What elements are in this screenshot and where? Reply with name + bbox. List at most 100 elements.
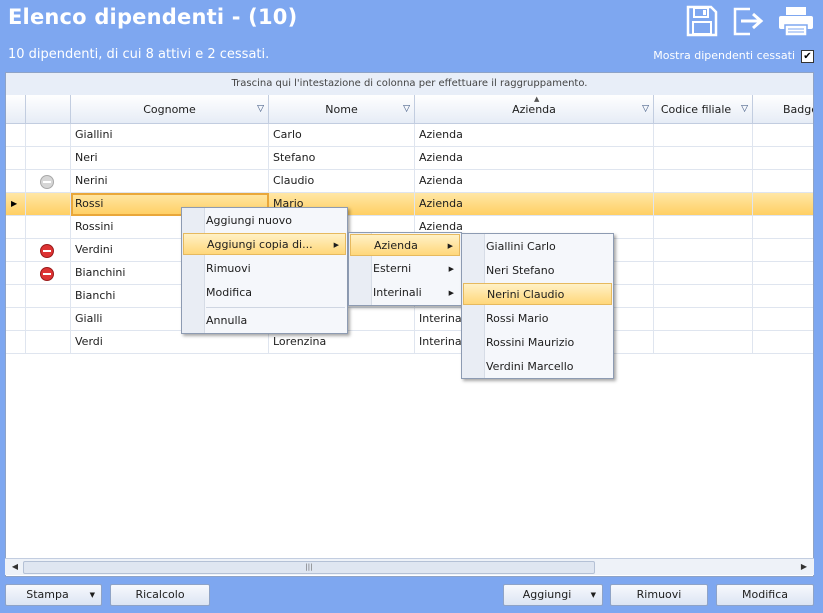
codice-filiale-cell[interactable] [654,124,753,147]
scroll-thumb[interactable]: ||| [23,561,595,574]
codice-filiale-cell[interactable] [654,308,753,331]
table-row[interactable]: Giallini Carlo Azienda [6,124,813,147]
nome-cell[interactable]: Carlo [269,124,415,147]
nome-cell[interactable]: Stefano [269,147,415,170]
codice-filiale-cell[interactable] [654,147,753,170]
row-indicator-cell[interactable] [6,285,26,308]
badge-cell[interactable] [753,216,813,239]
column-header-codice-filiale[interactable]: Codice filiale ▽ [654,95,753,124]
cognome-cell[interactable]: Giallini [71,124,269,147]
status-cell[interactable] [26,147,71,170]
row-indicator-cell[interactable] [6,216,26,239]
filter-icon[interactable]: ▽ [741,95,748,124]
employee-item[interactable]: Nerini Claudio [463,283,612,305]
nome-cell[interactable]: Lorenzina [269,331,415,354]
add-copy-submenu: Azienda ▶ Esterni ▶ Interinali ▶ [348,232,462,306]
codice-filiale-cell[interactable] [654,285,753,308]
cognome-cell[interactable]: Neri [71,147,269,170]
menu-item-edit[interactable]: Modifica [183,282,346,304]
menu-item-cancel[interactable]: Annulla [183,310,346,332]
badge-cell[interactable] [753,193,813,216]
recalculate-button[interactable]: Ricalcolo [110,584,210,606]
submenu-item-interinali[interactable]: Interinali ▶ [350,282,460,304]
employee-item[interactable]: Giallini Carlo [463,236,612,258]
employee-item[interactable]: Verdini Marcello [463,356,612,378]
azienda-cell[interactable]: Azienda [415,124,654,147]
menu-item-add-new[interactable]: Aggiungi nuovo [183,210,346,232]
table-row[interactable]: ▶ Rossi Mario Azienda [6,193,813,216]
codice-filiale-cell[interactable] [654,331,753,354]
badge-cell[interactable] [753,331,813,354]
save-icon[interactable] [684,5,720,37]
badge-cell[interactable] [753,239,813,262]
row-indicator-cell[interactable]: ▶ [6,193,26,216]
status-cell[interactable] [26,331,71,354]
row-indicator-cell[interactable] [6,331,26,354]
nome-cell[interactable]: Claudio [269,170,415,193]
column-header-badge[interactable]: Badge [753,95,813,124]
status-cell[interactable] [26,262,71,285]
status-cell[interactable] [26,170,71,193]
print-icon[interactable] [776,5,816,37]
show-terminated-checkbox[interactable]: ✔ [801,50,814,63]
status-cell[interactable] [26,124,71,147]
badge-cell[interactable] [753,285,813,308]
status-cell[interactable] [26,285,71,308]
status-cell[interactable] [26,216,71,239]
badge-cell[interactable] [753,147,813,170]
filter-icon[interactable]: ▽ [642,95,649,124]
cognome-cell[interactable]: Nerini [71,170,269,193]
column-header-nome[interactable]: Nome ▽ [269,95,415,124]
submenu-item-esterni[interactable]: Esterni ▶ [350,258,460,280]
status-cell[interactable] [26,308,71,331]
azienda-cell[interactable]: Azienda [415,147,654,170]
row-indicator-cell[interactable] [6,170,26,193]
badge-cell[interactable] [753,170,813,193]
export-icon[interactable] [730,5,766,37]
codice-filiale-cell[interactable] [654,170,753,193]
row-indicator-cell[interactable] [6,239,26,262]
status-cell[interactable] [26,193,71,216]
menu-item-add-copy-of[interactable]: Aggiungi copia di... ▶ [183,233,346,255]
badge-cell[interactable] [753,124,813,147]
row-indicator-cell[interactable] [6,308,26,331]
employee-item[interactable]: Rossini Maurizio [463,332,612,354]
employee-item[interactable]: Neri Stefano [463,260,612,282]
filter-icon[interactable]: ▽ [257,95,264,124]
row-indicator-cell[interactable] [6,262,26,285]
menu-item-remove[interactable]: Rimuovi [183,258,346,280]
table-row[interactable]: Gialli Interinali [6,308,813,331]
badge-cell[interactable] [753,262,813,285]
add-button[interactable]: Aggiungi ▼ [503,584,603,606]
row-indicator-cell[interactable] [6,124,26,147]
status-column-header[interactable] [26,95,71,124]
status-cell[interactable] [26,239,71,262]
row-indicator-cell[interactable] [6,147,26,170]
codice-filiale-cell[interactable] [654,216,753,239]
table-row[interactable]: Nerini Claudio Azienda [6,170,813,193]
edit-button[interactable]: Modifica [716,584,814,606]
horizontal-scrollbar[interactable]: ◀ ||| ▶ [5,558,814,575]
codice-filiale-cell[interactable] [654,262,753,285]
scroll-left-icon[interactable]: ◀ [7,559,23,575]
filter-icon[interactable]: ▽ [403,95,410,124]
submenu-item-label: Interinali [373,286,422,299]
submenu-item-azienda[interactable]: Azienda ▶ [350,234,460,256]
column-header-azienda[interactable]: ▲ Azienda ▽ [415,95,654,124]
table-row[interactable]: Verdi Lorenzina Interinali [6,331,813,354]
sort-asc-icon: ▲ [534,95,540,103]
badge-cell[interactable] [753,308,813,331]
codice-filiale-cell[interactable] [654,193,753,216]
azienda-cell[interactable]: Azienda [415,170,654,193]
cognome-cell[interactable]: Verdi [71,331,269,354]
employee-item[interactable]: Rossi Mario [463,308,612,330]
remove-button[interactable]: Rimuovi [610,584,708,606]
group-by-panel[interactable]: Trascina qui l'intestazione di colonna p… [6,73,813,96]
codice-filiale-cell[interactable] [654,239,753,262]
column-header-cognome[interactable]: Cognome ▽ [71,95,269,124]
table-row[interactable]: Neri Stefano Azienda [6,147,813,170]
print-button[interactable]: Stampa ▼ [5,584,102,606]
azienda-cell[interactable]: Azienda [415,193,654,216]
column-header-label: Badge [783,103,813,116]
scroll-right-icon[interactable]: ▶ [796,559,812,575]
